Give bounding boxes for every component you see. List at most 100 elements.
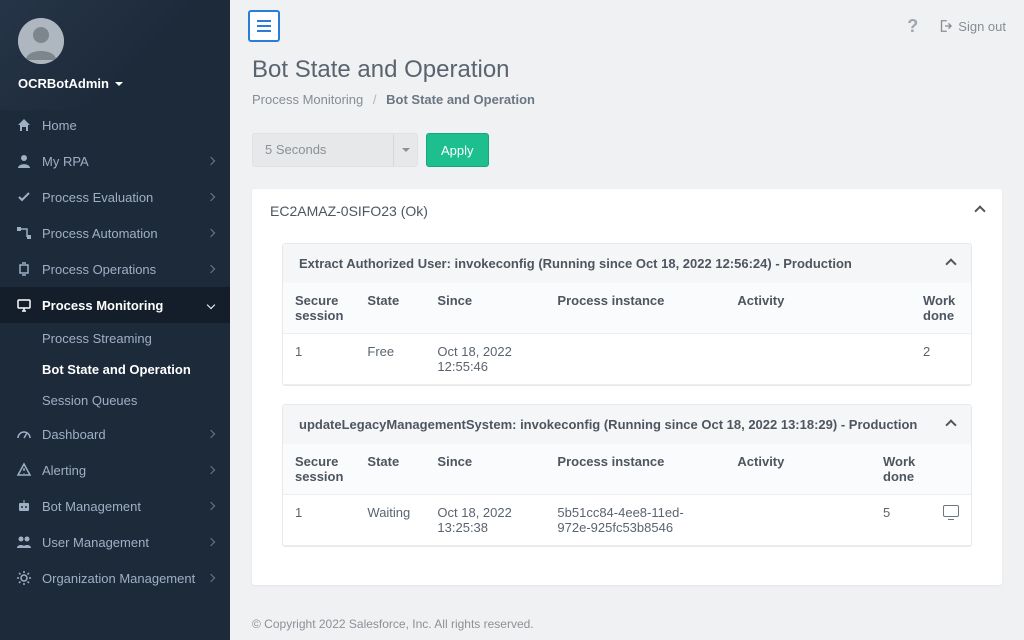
sidebar-sub-bot-state[interactable]: Bot State and Operation: [0, 354, 230, 385]
sidebar-item-user-management[interactable]: User Management: [0, 524, 230, 560]
sidebar-sub-process-streaming[interactable]: Process Streaming: [0, 323, 230, 354]
hamburger-button[interactable]: [248, 10, 280, 42]
chevron-right-icon: [207, 502, 215, 510]
refresh-value: 5 Seconds: [253, 134, 393, 166]
th-activity: Activity: [725, 444, 871, 495]
apply-button[interactable]: Apply: [426, 133, 489, 167]
nav-label: Dashboard: [42, 427, 208, 442]
breadcrumb: Process Monitoring / Bot State and Opera…: [252, 92, 1002, 107]
sidebar-item-dashboard[interactable]: Dashboard: [0, 416, 230, 452]
th-since: Since: [425, 283, 545, 334]
chevron-right-icon: [207, 430, 215, 438]
cell-work: 2: [911, 334, 971, 385]
chevron-down-icon: [402, 148, 410, 152]
host-panel-header[interactable]: EC2AMAZ-0SIFO23 (Ok): [252, 189, 1002, 233]
footer: © Copyright 2022 Salesforce, Inc. All ri…: [230, 603, 1024, 640]
monitor-icon: [16, 297, 32, 313]
th-session: Secure session: [283, 283, 355, 334]
username-toggle[interactable]: OCRBotAdmin: [18, 76, 212, 91]
host-title: EC2AMAZ-0SIFO23 (Ok): [270, 203, 428, 219]
chevron-up-icon: [945, 419, 956, 430]
page-header: Bot State and Operation Process Monitori…: [230, 48, 1024, 125]
th-instance: Process instance: [545, 283, 725, 334]
flow-icon: [16, 225, 32, 241]
cell-activity: [725, 334, 911, 385]
avatar: [18, 18, 64, 64]
cell-action: [931, 495, 971, 546]
nav-label: Organization Management: [42, 571, 208, 586]
sidebar: OCRBotAdmin Home My RPA Process Evaluati…: [0, 0, 230, 640]
sub-label: Bot State and Operation: [42, 362, 191, 377]
sidebar-item-alerting[interactable]: Alerting: [0, 452, 230, 488]
hamburger-icon: [257, 25, 271, 27]
users-icon: [16, 534, 32, 550]
cell-session: 1: [283, 495, 355, 546]
chevron-right-icon: [207, 157, 215, 165]
breadcrumb-parent[interactable]: Process Monitoring: [252, 92, 363, 107]
nav-label: User Management: [42, 535, 208, 550]
nav-label: Home: [42, 118, 214, 133]
th-activity: Activity: [725, 283, 911, 334]
cell-state: Free: [355, 334, 425, 385]
chevron-up-icon: [945, 258, 956, 269]
host-panel-body: Extract Authorized User: invokeconfig (R…: [252, 233, 1002, 585]
process-title: updateLegacyManagementSystem: invokeconf…: [299, 417, 917, 432]
cell-session: 1: [283, 334, 355, 385]
cell-instance: 5b51cc84-4ee8-11ed-972e-925fc53b8546: [545, 495, 725, 546]
gear-icon: [16, 570, 32, 586]
th-session: Secure session: [283, 444, 355, 495]
chevron-right-icon: [207, 193, 215, 201]
main: ? Sign out Bot State and Operation Proce…: [230, 0, 1024, 640]
refresh-dropdown-button[interactable]: [393, 134, 417, 166]
bot-icon: [16, 498, 32, 514]
gauge-icon: [16, 426, 32, 442]
chevron-right-icon: [207, 229, 215, 237]
refresh-select[interactable]: 5 Seconds: [252, 133, 418, 167]
process-panel: Extract Authorized User: invokeconfig (R…: [282, 243, 972, 386]
nav-label: Process Evaluation: [42, 190, 208, 205]
cell-activity: [725, 495, 871, 546]
sidebar-sub-session-queues[interactable]: Session Queues: [0, 385, 230, 416]
chevron-right-icon: [207, 466, 215, 474]
sidebar-item-process-operations[interactable]: Process Operations: [0, 251, 230, 287]
th-instance: Process instance: [545, 444, 725, 495]
username-text: OCRBotAdmin: [18, 76, 109, 91]
process-table: Secure session State Since Process insta…: [283, 444, 971, 546]
process-panel: updateLegacyManagementSystem: invokeconf…: [282, 404, 972, 547]
th-work: Work done: [871, 444, 931, 495]
check-icon: [16, 189, 32, 205]
breadcrumb-sep: /: [373, 92, 377, 107]
nav-label: Alerting: [42, 463, 208, 478]
nav-label: My RPA: [42, 154, 208, 169]
sidebar-item-process-automation[interactable]: Process Automation: [0, 215, 230, 251]
sub-label: Session Queues: [42, 393, 137, 408]
cell-since: Oct 18, 2022 13:25:38: [425, 495, 545, 546]
alert-icon: [16, 462, 32, 478]
chevron-right-icon: [207, 265, 215, 273]
sidebar-item-bot-management[interactable]: Bot Management: [0, 488, 230, 524]
signout-button[interactable]: Sign out: [938, 19, 1006, 34]
process-panel-header[interactable]: Extract Authorized User: invokeconfig (R…: [283, 244, 971, 283]
sub-label: Process Streaming: [42, 331, 152, 346]
cycle-icon: [16, 261, 32, 277]
help-button[interactable]: ?: [899, 12, 926, 41]
chevron-right-icon: [207, 574, 215, 582]
process-panel-header[interactable]: updateLegacyManagementSystem: invokeconf…: [283, 405, 971, 444]
signout-label: Sign out: [958, 19, 1006, 34]
user-block: OCRBotAdmin: [0, 0, 230, 105]
table-row: 1 Waiting Oct 18, 2022 13:25:38 5b51cc84…: [283, 495, 971, 546]
view-session-icon[interactable]: [943, 505, 959, 517]
sidebar-item-org-management[interactable]: Organization Management: [0, 560, 230, 596]
sidebar-item-home[interactable]: Home: [0, 107, 230, 143]
th-work: Work done: [911, 283, 971, 334]
sidebar-item-my-rpa[interactable]: My RPA: [0, 143, 230, 179]
sidebar-item-process-monitoring[interactable]: Process Monitoring: [0, 287, 230, 323]
sidebar-item-process-evaluation[interactable]: Process Evaluation: [0, 179, 230, 215]
cell-state: Waiting: [355, 495, 425, 546]
refresh-controls: 5 Seconds Apply: [230, 125, 1024, 189]
th-since: Since: [425, 444, 545, 495]
process-title: Extract Authorized User: invokeconfig (R…: [299, 256, 852, 271]
chevron-down-icon: [207, 301, 215, 309]
page-title: Bot State and Operation: [252, 56, 1002, 84]
nav-label: Process Automation: [42, 226, 208, 241]
